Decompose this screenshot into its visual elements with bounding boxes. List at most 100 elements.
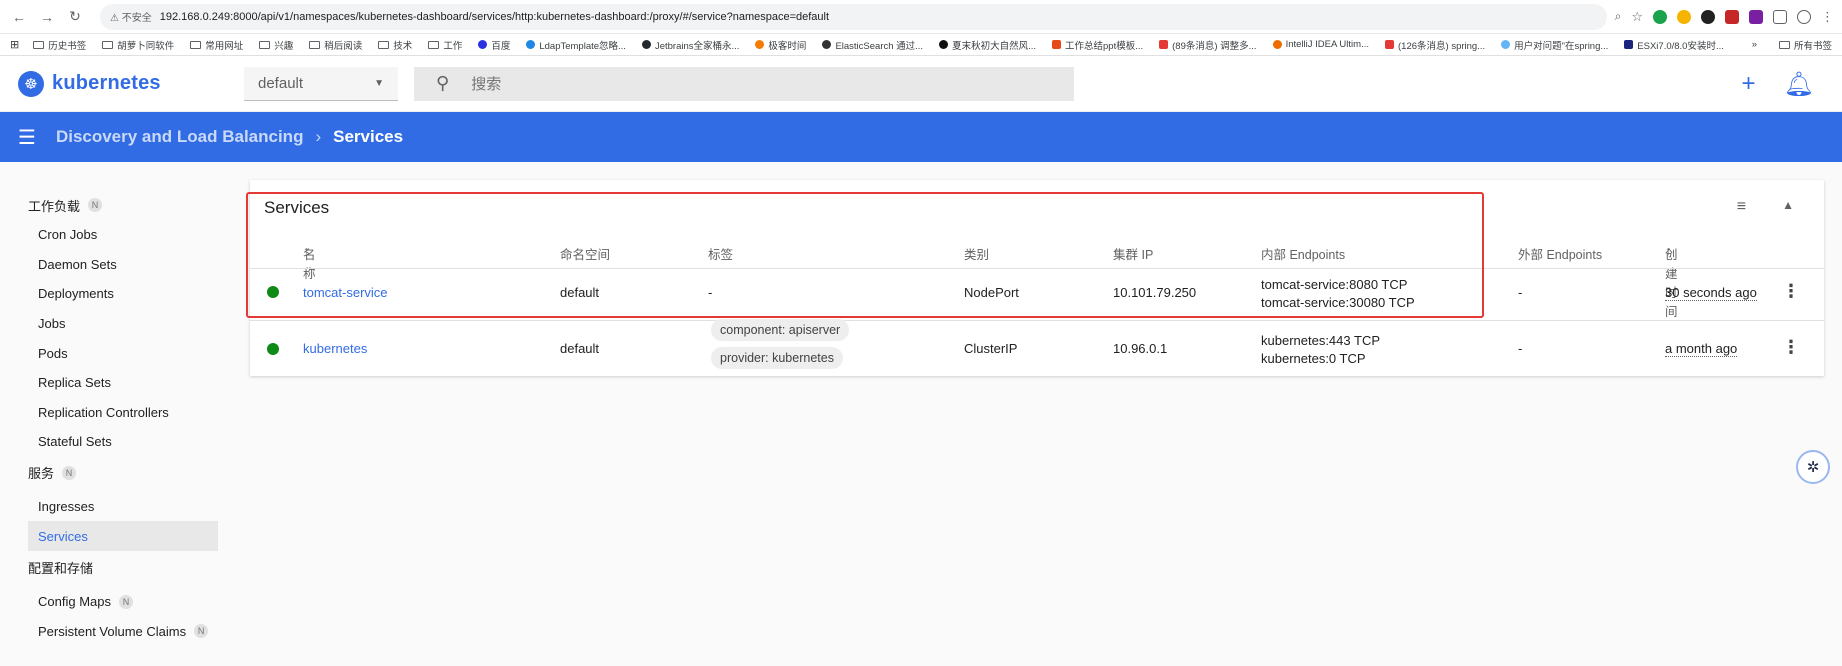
service-name-link[interactable]: tomcat-service [303, 285, 388, 300]
sidebar-section-workloads[interactable]: 工作负载 N [28, 190, 218, 220]
folder-icon [428, 40, 440, 49]
sidebar-item-ingresses[interactable]: Ingresses [28, 492, 218, 522]
profile-icon[interactable] [1797, 9, 1811, 24]
sidebar-item-replication-controllers[interactable]: Replication Controllers [28, 398, 218, 428]
site-icon [939, 40, 949, 49]
bookmark-item[interactable]: LdapTemplate忽略... [526, 38, 626, 52]
geektime-icon [755, 40, 765, 49]
bookmark-item[interactable]: 百度 [478, 38, 510, 52]
cloud-icon [1501, 40, 1511, 49]
bookmark-item[interactable]: 稍后阅读 [309, 38, 362, 52]
sidebar-item-services[interactable]: Services [28, 521, 218, 551]
back-icon[interactable]: ← [8, 6, 30, 28]
bookmark-item[interactable]: 技术 [378, 38, 412, 52]
assistant-float-icon[interactable]: ✲ [1796, 450, 1830, 484]
extension-m-icon[interactable] [1725, 9, 1739, 24]
namespace-cell: default [560, 341, 600, 356]
zoom-icon[interactable]: ⌕ [1615, 9, 1622, 24]
extension-evernote-icon[interactable] [1653, 9, 1667, 24]
row-actions-kebab-icon[interactable]: ⋮ [1782, 337, 1800, 358]
kubernetes-logo[interactable]: ☸ kubernetes [18, 70, 244, 97]
labels-cell: component: apiserver provider: kubernete… [711, 319, 850, 375]
column-header-internal-endpoints: 内部 Endpoints [1261, 248, 1346, 262]
bookmark-item[interactable]: 用户对问题"在spring... [1501, 38, 1608, 52]
hamburger-menu-icon[interactable]: ☰ [18, 125, 36, 150]
label-chip: component: apiserver [711, 319, 850, 341]
sidebar-section-config-storage[interactable]: 配置和存储 [28, 553, 218, 583]
extension-purple-icon[interactable] [1749, 9, 1763, 24]
url-field[interactable]: ⚠ 不安全 192.168.0.249:8000/api/v1/namespac… [100, 3, 1607, 30]
bookmark-item[interactable]: 工作总结ppt模板... [1052, 38, 1143, 52]
sidebar-item-cron-jobs[interactable]: Cron Jobs [28, 220, 218, 250]
dropdown-arrow-icon: ▼ [374, 77, 384, 89]
column-header-cluster-ip: 集群 IP [1113, 248, 1154, 262]
more-bookmarks-icon[interactable]: » [1752, 39, 1757, 50]
app-header: ☸ kubernetes default ▼ ⚲ 搜索 + 🔔︎ [0, 56, 1842, 112]
sidebar-item-persistent-volume-claims[interactable]: Persistent Volume Claims N [28, 617, 218, 647]
url-text: 192.168.0.249:8000/api/v1/namespaces/kub… [159, 10, 830, 23]
sidebar-item-stateful-sets[interactable]: Stateful Sets [28, 427, 218, 457]
csdn-icon [1385, 40, 1394, 49]
logo-text: kubernetes [52, 72, 161, 94]
table-row: kubernetes default component: apiserver … [250, 319, 1824, 376]
site-icon [1272, 40, 1282, 49]
sidebar-section-service[interactable]: 服务 N [28, 458, 218, 488]
bookmark-item[interactable]: 工作 [428, 38, 462, 52]
bookmark-item[interactable]: (89条消息) 调整多... [1159, 38, 1257, 52]
search-input[interactable]: ⚲ 搜索 [414, 66, 1074, 101]
all-bookmarks[interactable]: 所有书签 [1778, 38, 1832, 52]
site-icon [526, 40, 536, 49]
csdn-icon [1159, 40, 1169, 49]
sort-arrow-up-icon: ↑ [303, 244, 310, 258]
site-icon [1052, 40, 1061, 49]
insecure-indicator[interactable]: ⚠ 不安全 [110, 9, 152, 24]
browser-address-bar: ← → ↻ ⚠ 不安全 192.168.0.249:8000/api/v1/na… [0, 0, 1842, 34]
create-plus-icon[interactable]: + [1742, 70, 1756, 99]
filter-icon[interactable]: ≡ [1737, 198, 1746, 216]
menu-dots-icon[interactable]: ⋮ [1821, 9, 1834, 25]
folder-icon [378, 40, 390, 49]
namespace-cell: default [560, 285, 600, 300]
extension-check-icon[interactable] [1677, 9, 1691, 24]
namespace-select[interactable]: default ▼ [244, 66, 398, 101]
bookmark-item[interactable]: 常用网址 [190, 38, 243, 52]
bookmark-item[interactable]: 胡萝卜同软件 [102, 38, 174, 52]
folder-icon [259, 40, 271, 49]
chevron-right-icon: › [315, 127, 322, 146]
baidu-icon [478, 40, 488, 49]
services-card: Services ≡ ▲ 名称 ↑ 命名空间 标签 类别 集群 IP 内部 En… [250, 180, 1824, 376]
sidebar-item-daemon-sets[interactable]: Daemon Sets [28, 250, 218, 280]
bookmark-item[interactable]: Jetbrains全家桶永... [641, 38, 739, 52]
bookmark-item[interactable]: ESXi7.0/8.0安装时... [1624, 38, 1724, 52]
notification-bell-icon[interactable]: 🔔︎ [1784, 70, 1814, 99]
extensions-puzzle-icon[interactable] [1773, 9, 1787, 24]
sidebar-item-replica-sets[interactable]: Replica Sets [28, 368, 218, 398]
bookmark-star-icon[interactable]: ☆ [1631, 9, 1643, 25]
internal-endpoints-cell: tomcat-service:8080 TCP tomcat-service:3… [1261, 276, 1415, 312]
forward-icon[interactable]: → [36, 6, 58, 28]
row-actions-kebab-icon[interactable]: ⋮ [1782, 281, 1800, 302]
endpoint-text: kubernetes:0 TCP [1261, 351, 1366, 366]
site-icon [1624, 40, 1634, 49]
breadcrumb-parent[interactable]: Discovery and Load Balancing [56, 127, 304, 147]
bookmark-item[interactable]: 历史书签 [33, 38, 86, 52]
bookmark-item[interactable]: 兴趣 [259, 38, 293, 52]
sidebar-item-deployments[interactable]: Deployments [28, 279, 218, 309]
column-header-namespace: 命名空间 [560, 248, 611, 262]
bookmark-item[interactable]: IntelliJ IDEA Ultim... [1272, 39, 1369, 50]
bookmarks-bar: ⊞ 历史书签 胡萝卜同软件 常用网址 兴趣 稍后阅读 技术 工作 百度 Ldap… [0, 34, 1842, 56]
bookmark-item[interactable]: 极客时间 [755, 38, 806, 52]
collapse-chevron-up-icon[interactable]: ▲ [1782, 198, 1794, 216]
sidebar-item-config-maps[interactable]: Config Maps N [28, 587, 218, 617]
extension-eye-icon[interactable] [1701, 9, 1715, 24]
endpoint-text: tomcat-service:30080 TCP [1261, 295, 1415, 310]
reload-icon[interactable]: ↻ [64, 6, 86, 28]
bookmark-item[interactable]: ElasticSearch 通过... [822, 38, 923, 52]
service-name-link[interactable]: kubernetes [303, 341, 367, 356]
sidebar-item-jobs[interactable]: Jobs [28, 309, 218, 339]
bookmark-item[interactable]: 夏末秋初大自然风... [939, 38, 1036, 52]
sidebar-item-pods[interactable]: Pods [28, 338, 218, 368]
bookmark-item[interactable]: (126条消息) spring... [1385, 38, 1485, 52]
apps-grid-icon[interactable]: ⊞ [10, 38, 19, 51]
type-cell: NodePort [964, 285, 1019, 300]
